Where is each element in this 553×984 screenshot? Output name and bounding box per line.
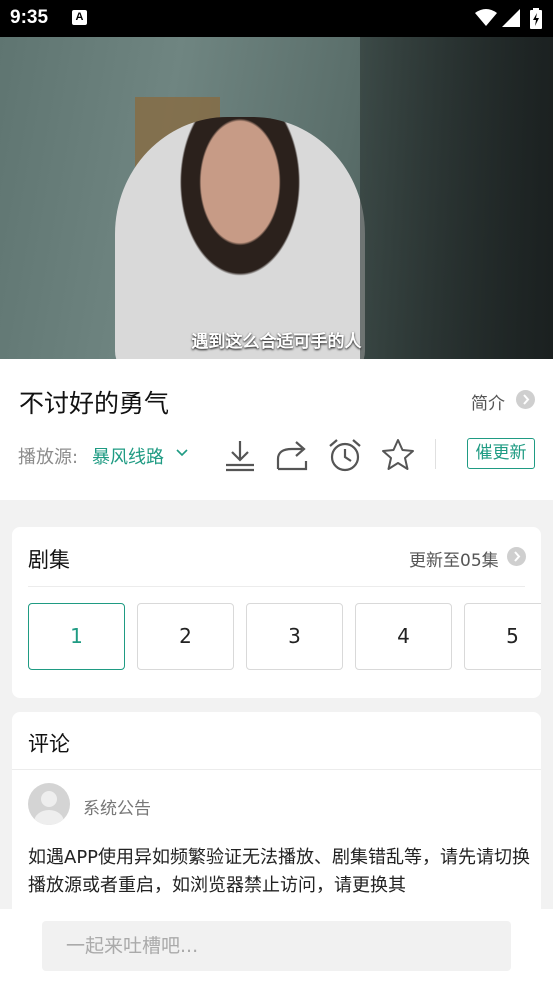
wifi-icon: [475, 9, 497, 26]
notification-icon: A: [72, 10, 87, 25]
status-time: 9:35: [10, 7, 49, 28]
video-player[interactable]: 遇到这么合适可手的人: [0, 37, 553, 359]
urge-update-button[interactable]: 催更新: [467, 438, 535, 469]
video-subtitle: 遇到这么合适可手的人: [191, 332, 362, 352]
star-icon[interactable]: [380, 437, 416, 473]
chevron-down-icon[interactable]: [176, 446, 188, 458]
show-info-panel: 不讨好的勇气 简介 播放源: 暴风线路 催更新: [0, 359, 553, 500]
action-divider: [435, 439, 436, 469]
share-icon[interactable]: [274, 437, 310, 473]
episode-button[interactable]: 2: [137, 603, 234, 670]
show-title: 不讨好的勇气: [19, 389, 170, 418]
status-bar: 9:35 A: [0, 0, 553, 37]
episode-button[interactable]: 5: [464, 603, 541, 670]
episode-button[interactable]: 3: [246, 603, 343, 670]
chevron-right-icon[interactable]: [516, 390, 535, 409]
alarm-icon[interactable]: [327, 437, 363, 473]
episodes-heading: 剧集: [28, 548, 70, 572]
comment-body: 如遇APP使用异如频繁验证无法播放、剧集错乱等，请先请切换播放源或者重启，如浏览…: [28, 847, 531, 896]
episode-button[interactable]: 4: [355, 603, 452, 670]
divider: [12, 769, 541, 770]
comment-author: 系统公告: [83, 799, 151, 819]
episodes-update-link[interactable]: 更新至05集: [409, 546, 499, 571]
comment-bar: [0, 909, 553, 984]
chevron-right-icon[interactable]: [507, 547, 526, 566]
avatar: [28, 783, 70, 825]
source-label: 播放源:: [18, 447, 79, 468]
source-selector[interactable]: 暴风线路: [92, 443, 164, 469]
episodes-panel: 剧集 更新至05集 1 2 3 4 5: [12, 527, 541, 698]
download-icon[interactable]: [222, 437, 258, 473]
intro-link[interactable]: 简介: [471, 389, 505, 414]
comment-input[interactable]: [42, 921, 511, 971]
comments-heading: 评论: [28, 732, 70, 756]
battery-icon: [530, 8, 542, 29]
video-frame-person: [115, 117, 365, 359]
episode-button[interactable]: 1: [28, 603, 125, 670]
divider: [28, 586, 525, 587]
video-frame-foreground: [360, 37, 553, 359]
signal-icon: [502, 9, 520, 27]
